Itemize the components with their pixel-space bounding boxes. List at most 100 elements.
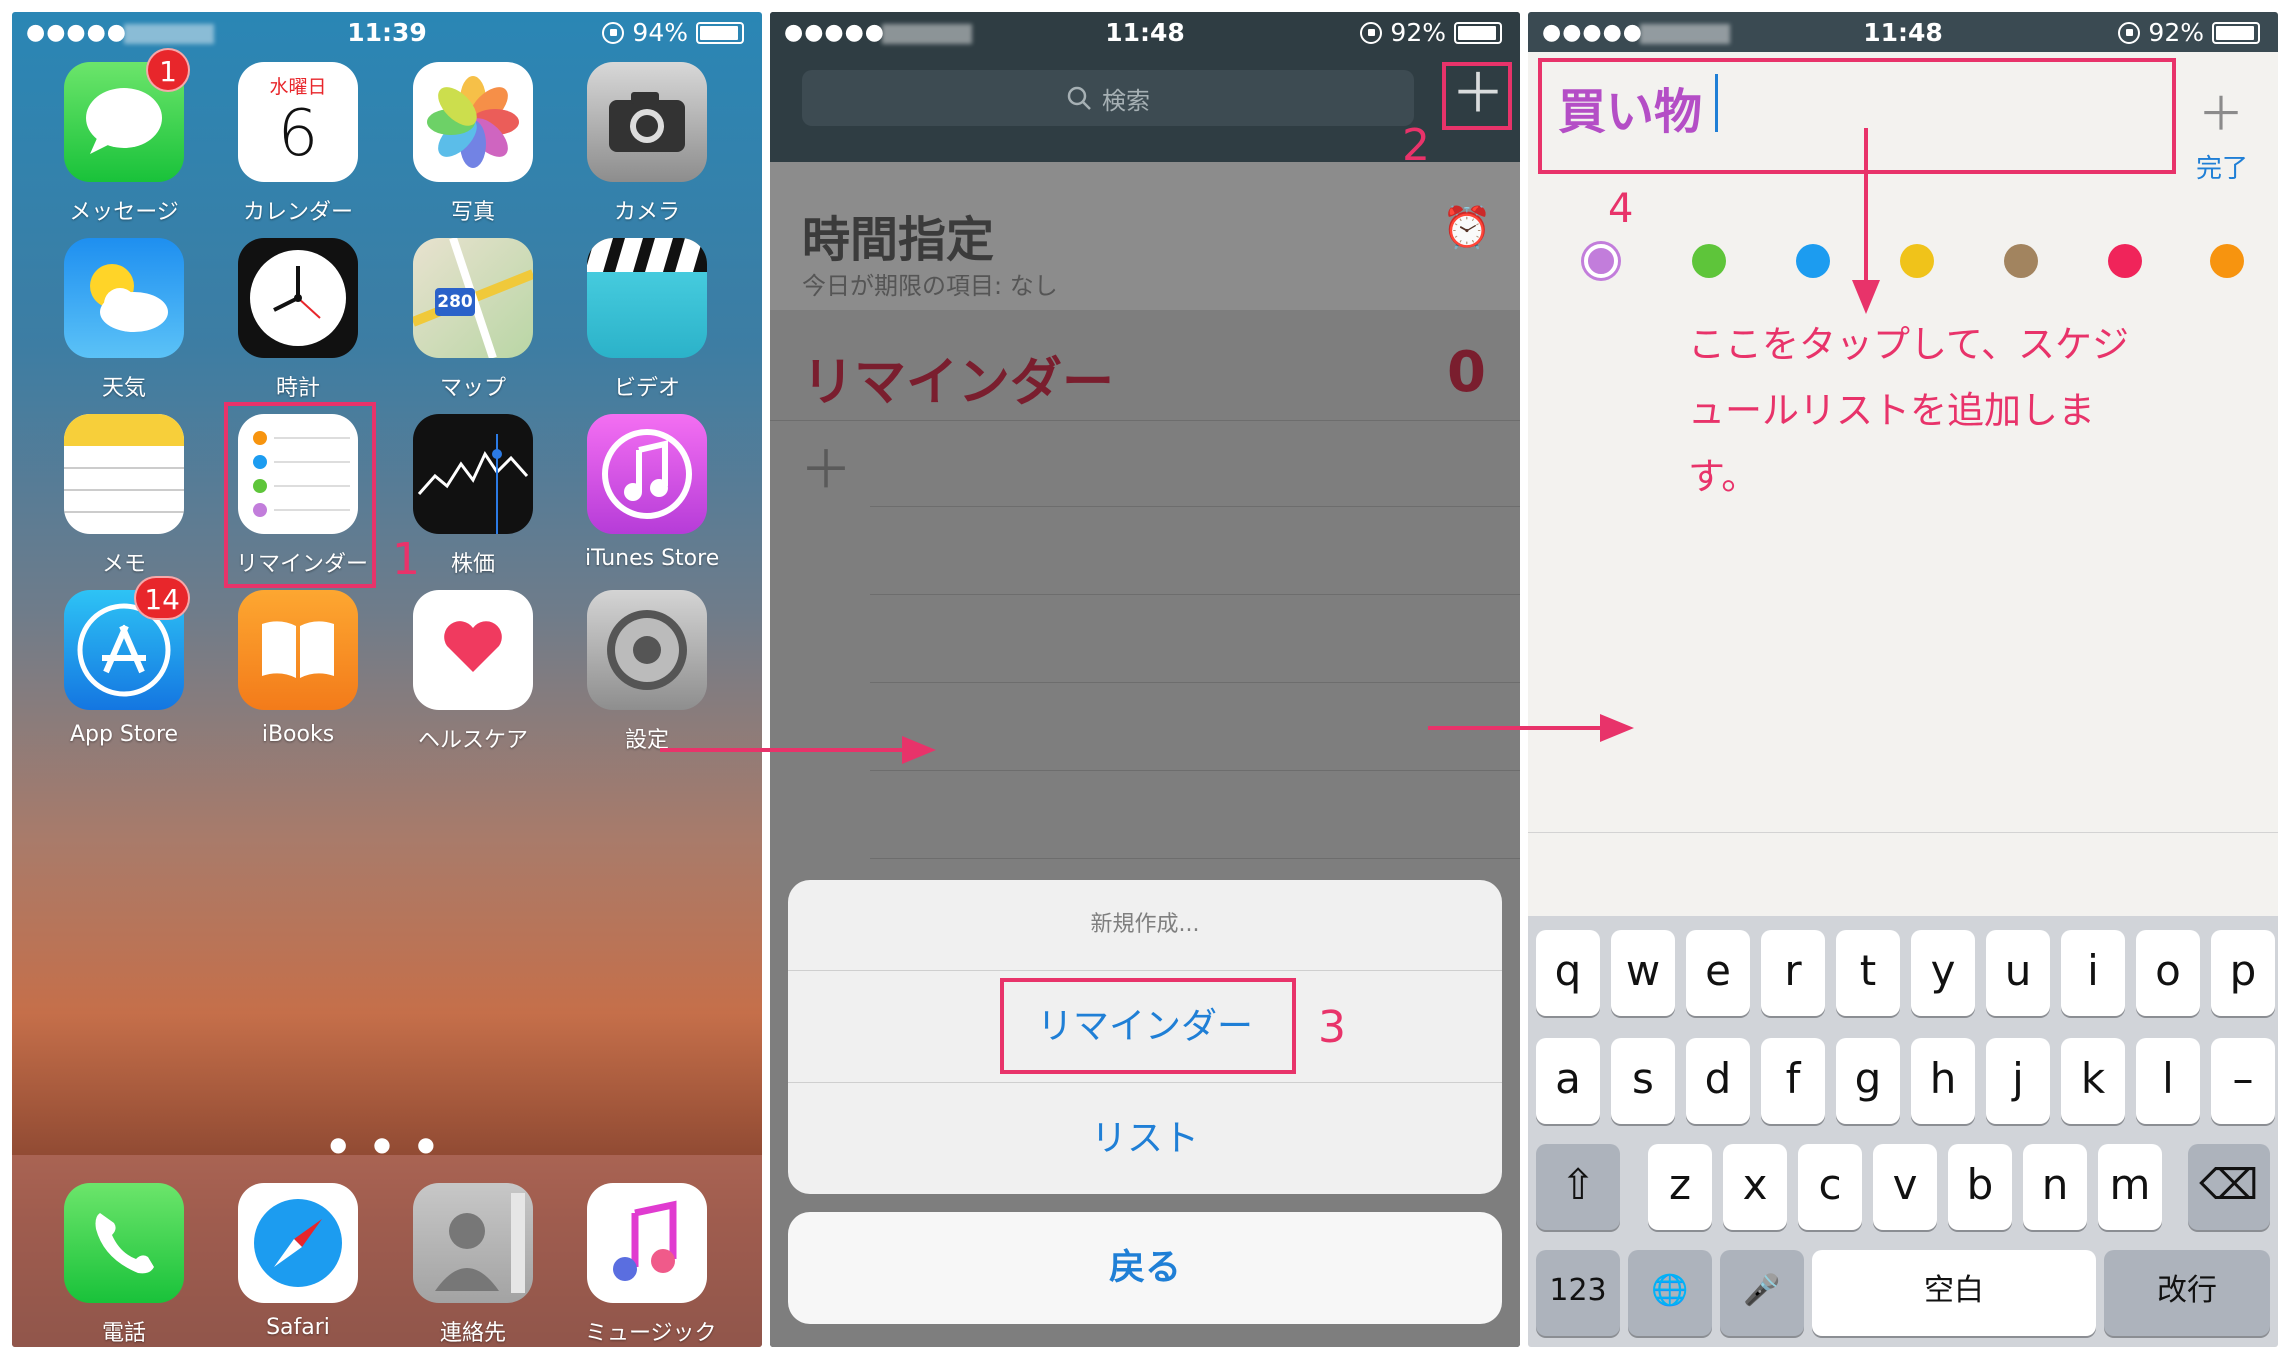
divider [870, 682, 1520, 683]
new-list-option[interactable]: リスト [788, 1082, 1502, 1194]
globe-icon[interactable]: 🌐 [1628, 1250, 1712, 1336]
maps-icon: 280 [413, 238, 533, 358]
key-c[interactable]: c [1798, 1144, 1862, 1230]
color-yellow[interactable] [1900, 244, 1934, 278]
scheduled-list-card[interactable]: 時間指定 今日が期限の項目: なし ⏰ [770, 162, 1520, 310]
app-ibooks[interactable]: iBooks [236, 590, 360, 747]
key-dash[interactable]: – [2211, 1038, 2275, 1124]
add-icon[interactable]: ＋ [2198, 78, 2244, 144]
badge-count: 14 [134, 576, 190, 620]
space-key[interactable]: 空白 [1812, 1250, 2096, 1336]
app-photos[interactable]: 写真 [411, 62, 535, 226]
app-label: iBooks [261, 722, 335, 747]
key-g[interactable]: g [1836, 1038, 1900, 1124]
key-y[interactable]: y [1911, 930, 1975, 1016]
divider [770, 420, 1520, 421]
done-button[interactable]: 完了 [2196, 148, 2248, 185]
app-health[interactable]: ヘルスケア [411, 590, 535, 754]
battery-percent: 92% [1390, 18, 1446, 47]
annotation-arrow-down [1852, 128, 1880, 314]
key-p[interactable]: p [2211, 930, 2275, 1016]
app-camera[interactable]: カメラ [585, 62, 709, 226]
color-red[interactable] [2108, 244, 2142, 278]
app-videos[interactable]: ビデオ [585, 238, 709, 402]
key-z[interactable]: z [1648, 1144, 1712, 1230]
color-purple-selected[interactable] [1584, 244, 1618, 278]
key-b[interactable]: b [1948, 1144, 2012, 1230]
color-orange[interactable] [2210, 244, 2244, 278]
scheduled-title: 時間指定 [802, 212, 995, 268]
search-icon [1067, 86, 1091, 110]
key-x[interactable]: x [1723, 1144, 1787, 1230]
highlight-list-name [1538, 58, 2176, 174]
key-l[interactable]: l [2136, 1038, 2200, 1124]
backspace-key[interactable]: ⌫ [2188, 1144, 2270, 1230]
key-a[interactable]: a [1536, 1038, 1600, 1124]
key-o[interactable]: o [2136, 930, 2200, 1016]
key-d[interactable]: d [1686, 1038, 1750, 1124]
divider [1528, 832, 2278, 833]
key-u[interactable]: u [1986, 930, 2050, 1016]
microphone-icon[interactable]: 🎤 [1720, 1250, 1804, 1336]
add-reminder-icon[interactable]: ＋ [800, 428, 852, 503]
app-appstore[interactable]: 14 App Store [62, 576, 190, 747]
stocks-icon [413, 414, 533, 534]
color-green[interactable] [1692, 244, 1726, 278]
app-phone[interactable]: 電話 [62, 1183, 186, 1347]
contacts-icon [413, 1183, 533, 1303]
status-bar: ●●●●● 11:48 92% [1528, 12, 2278, 52]
key-s[interactable]: s [1611, 1038, 1675, 1124]
reminders-title: リマインダー [802, 353, 1115, 413]
search-field[interactable]: 検索 [802, 70, 1414, 126]
key-n[interactable]: n [2023, 1144, 2087, 1230]
app-safari[interactable]: Safari [236, 1183, 360, 1340]
camera-icon [587, 62, 707, 182]
key-t[interactable]: t [1836, 930, 1900, 1016]
dock: 電話 Safari 連絡先 ミュージック [12, 1155, 762, 1347]
color-blue[interactable] [1796, 244, 1830, 278]
scheduled-subtitle: 今日が期限の項目: なし [802, 272, 1058, 300]
key-v[interactable]: v [1873, 1144, 1937, 1230]
app-stocks[interactable]: 株価 [411, 414, 535, 578]
status-bar: ●●●●● 11:48 92% [770, 12, 1520, 52]
key-w[interactable]: w [1611, 930, 1675, 1016]
app-itunes[interactable]: iTunes Store [585, 414, 719, 571]
app-contacts[interactable]: 連絡先 [411, 1183, 535, 1347]
app-music[interactable]: ミュージック [585, 1183, 717, 1347]
app-label: 電話 [101, 1321, 146, 1346]
key-k[interactable]: k [2061, 1038, 2125, 1124]
page-indicator[interactable]: ● ● ● [12, 1132, 762, 1156]
key-f[interactable]: f [1761, 1038, 1825, 1124]
key-e[interactable]: e [1686, 930, 1750, 1016]
numbers-key[interactable]: 123 [1536, 1250, 1620, 1336]
step-number-1: 1 [392, 534, 420, 585]
app-weather[interactable]: 天気 [62, 238, 186, 402]
app-notes[interactable]: メモ [62, 414, 186, 578]
app-maps[interactable]: 280 マップ [411, 238, 535, 402]
battery-percent: 94% [632, 18, 688, 47]
return-key[interactable]: 改行 [2104, 1250, 2270, 1336]
shift-key[interactable]: ⇧ [1536, 1144, 1620, 1230]
battery-icon [2212, 21, 2260, 44]
key-i[interactable]: i [2061, 930, 2125, 1016]
key-h[interactable]: h [1911, 1038, 1975, 1124]
app-label: メモ [101, 552, 146, 577]
key-q[interactable]: q [1536, 930, 1600, 1016]
app-calendar[interactable]: 水曜日 6 カレンダー [236, 62, 360, 226]
step-number-4: 4 [1608, 186, 1634, 232]
keyboard: q w e r t y u i o p a s d f g h j k l – ⇧ z x c v b n m ⌫ 123 🌐 🎤 空白 改行 [1528, 916, 2278, 1347]
calendar-day: 6 [277, 97, 319, 171]
key-r[interactable]: r [1761, 930, 1825, 1016]
color-brown[interactable] [2004, 244, 2038, 278]
reminders-count: 0 [1447, 340, 1486, 405]
home-screen-panel: ●●●●● 11:39 94% 1 メッセージ 水曜日 6 カレンダー 写真 カ… [12, 12, 762, 1347]
app-clock[interactable]: 時計 [236, 238, 360, 402]
key-m[interactable]: m [2098, 1144, 2162, 1230]
app-messages[interactable]: 1 メッセージ [62, 48, 190, 226]
new-list-panel: ●●●●● 11:48 92% 買い物 ＋ 完了 4 ここをタップして、スケジュ… [1528, 12, 2278, 1347]
back-button[interactable]: 戻る [788, 1212, 1502, 1324]
app-settings[interactable]: 設定 [585, 590, 709, 754]
key-j[interactable]: j [1986, 1038, 2050, 1124]
divider [870, 858, 1520, 859]
highway-sign: 280 [435, 288, 475, 316]
